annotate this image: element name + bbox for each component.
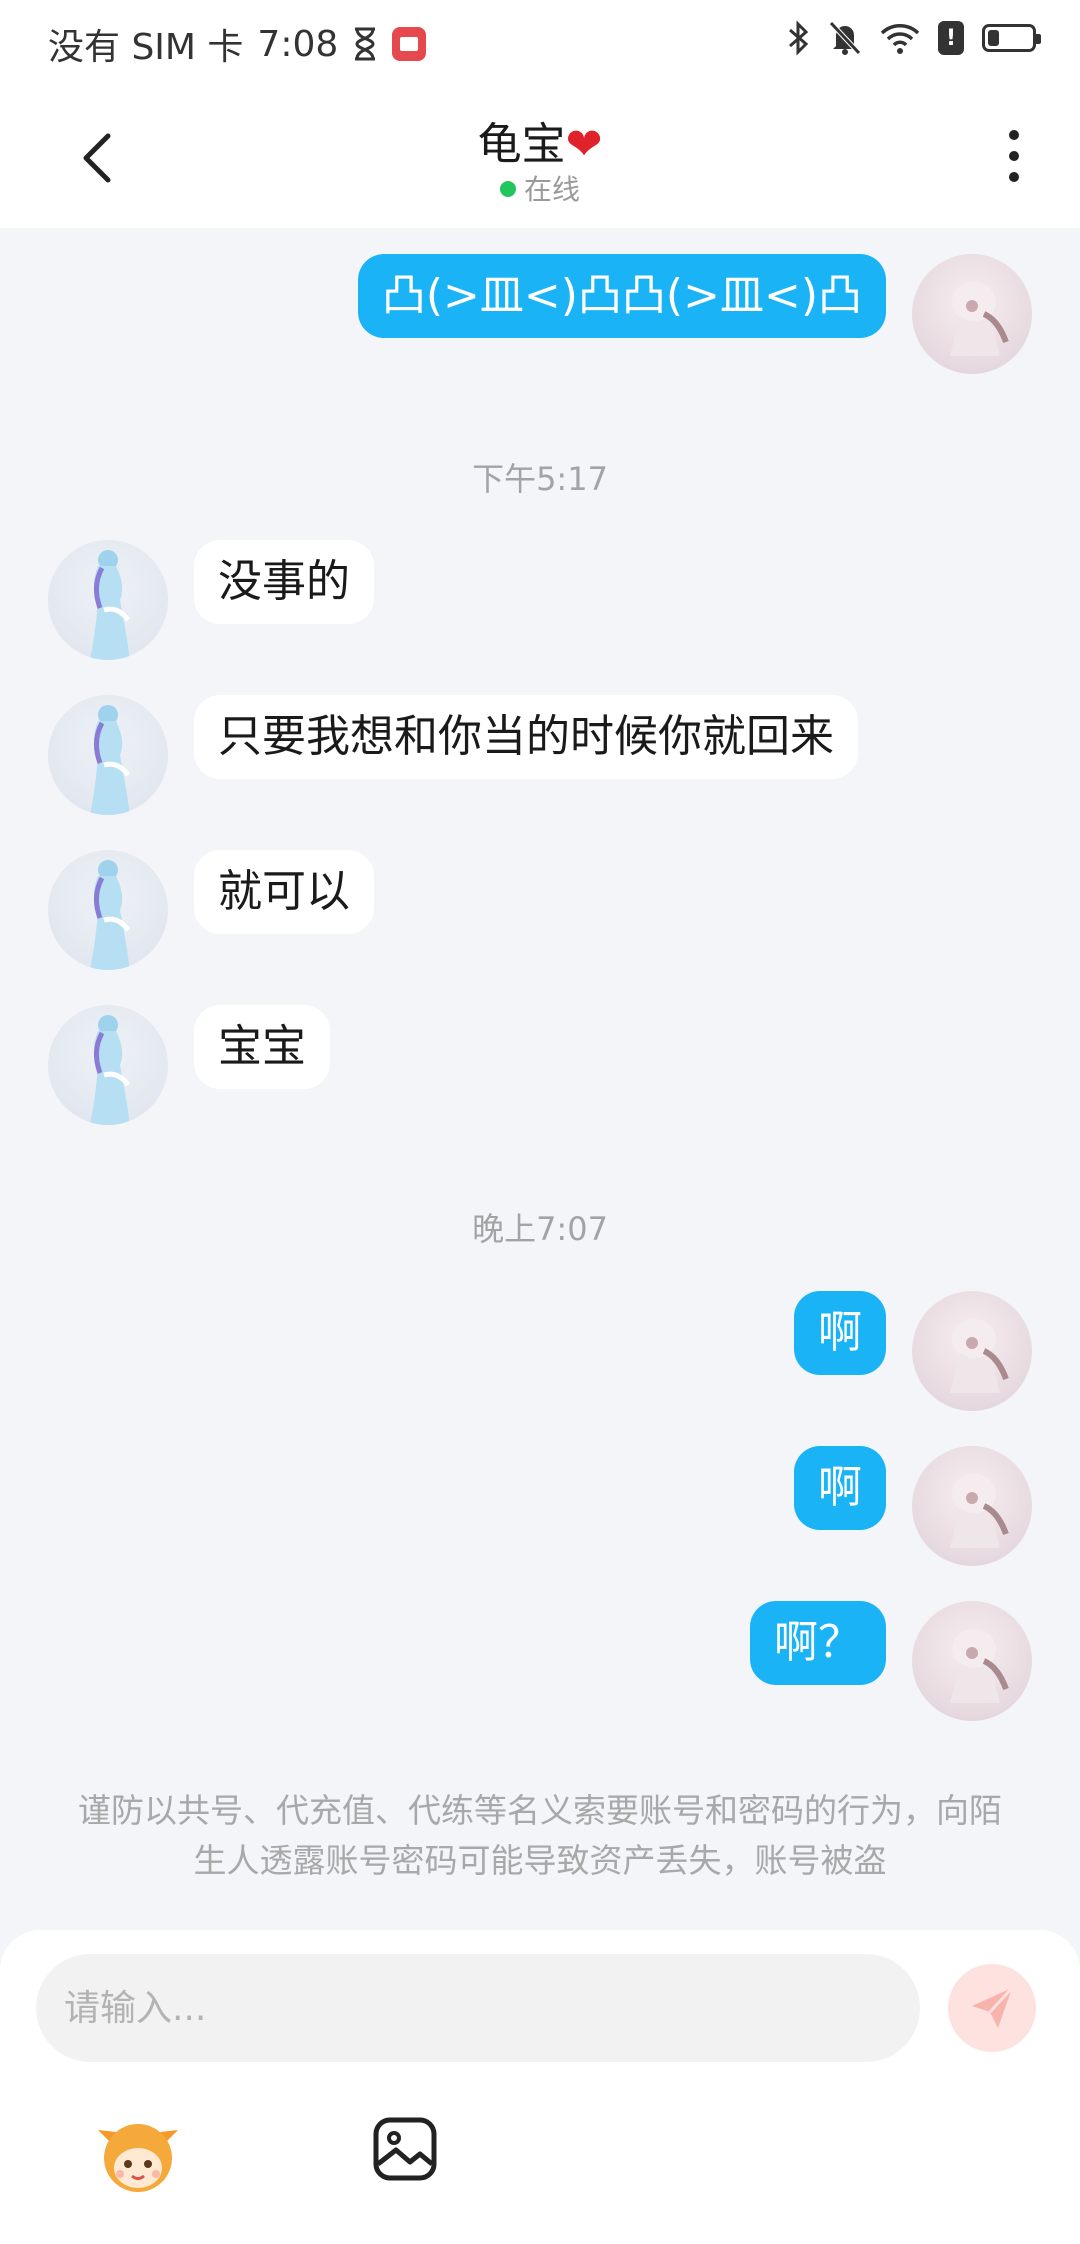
contact-message-bubble[interactable]: 宝宝 — [194, 1005, 330, 1089]
contact-avatar[interactable] — [48, 1005, 168, 1125]
status-right: ! — [788, 20, 1041, 56]
my-message-bubble[interactable]: 啊 — [794, 1291, 886, 1375]
security-notice: 谨防以共号、代充值、代练等名义索要账号和密码的行为，向陌生人透露账号密码可能导致… — [78, 1791, 1002, 1880]
contact-avatar[interactable] — [48, 695, 168, 815]
contact-avatar[interactable] — [48, 850, 168, 970]
contact-avatar-image — [90, 705, 131, 815]
heart-emoji: ❤ — [565, 119, 603, 170]
my-avatar[interactable] — [912, 254, 1032, 374]
bluetooth-icon — [789, 20, 809, 56]
status-left: 没有 SIM 卡 7:08 — [48, 18, 427, 70]
status-bar: 没有 SIM 卡 7:08 ! — [0, 0, 1080, 90]
contact-message-bubble[interactable]: 就可以 — [194, 850, 374, 934]
hourglass-icon — [355, 27, 376, 61]
red-app-icon — [392, 27, 427, 61]
composer-panel — [0, 1930, 1080, 2244]
my-avatar[interactable] — [912, 1291, 1032, 1411]
warning-icon: ! — [938, 21, 964, 55]
mascot-icon — [98, 2124, 178, 2192]
contact-name: 龟宝 — [477, 119, 566, 170]
bell-off-icon — [829, 21, 861, 55]
my-avatar-image — [950, 1629, 1009, 1703]
my-message-bubble[interactable]: 凸(>皿<)凸凸(>皿<)凸 — [357, 254, 886, 338]
emoji-mascot-button[interactable] — [90, 2108, 186, 2204]
my-avatar-image — [950, 1319, 1009, 1393]
page-title: 龟宝❤ — [0, 108, 1080, 172]
my-message-bubble[interactable]: 啊？ — [750, 1601, 886, 1685]
more-menu-icon[interactable] — [1004, 130, 1024, 190]
contact-avatar-image — [90, 550, 131, 660]
online-status: 在线 — [0, 168, 1080, 208]
timestamp: 下午5:17 — [472, 460, 608, 498]
timestamp: 晚上7:07 — [472, 1210, 608, 1248]
online-dot — [499, 181, 516, 197]
image-picker-button[interactable] — [370, 2114, 440, 2184]
battery-icon — [982, 24, 1041, 52]
my-message-bubble[interactable]: 啊 — [794, 1446, 886, 1530]
online-status-text: 在线 — [523, 173, 580, 206]
send-button[interactable] — [948, 1964, 1036, 2052]
my-avatar[interactable] — [912, 1601, 1032, 1721]
contact-avatar-image — [90, 1015, 131, 1125]
my-avatar[interactable] — [912, 1446, 1032, 1566]
clock-text: 7:08 — [257, 23, 339, 65]
message-input[interactable] — [36, 1954, 920, 2062]
my-avatar-image — [950, 282, 1009, 356]
contact-message-bubble[interactable]: 只要我想和你当的时候你就回来 — [194, 695, 858, 779]
contact-avatar[interactable] — [48, 540, 168, 660]
image-icon — [373, 2117, 437, 2181]
contact-message-bubble[interactable]: 没事的 — [194, 540, 374, 624]
contact-avatar-image — [90, 860, 131, 970]
wifi-icon — [880, 24, 920, 54]
send-icon — [972, 1986, 1014, 2028]
carrier-text: 没有 SIM 卡 — [48, 27, 244, 68]
my-avatar-image — [950, 1474, 1009, 1548]
chat-header: 龟宝❤ 在线 — [0, 90, 1080, 228]
